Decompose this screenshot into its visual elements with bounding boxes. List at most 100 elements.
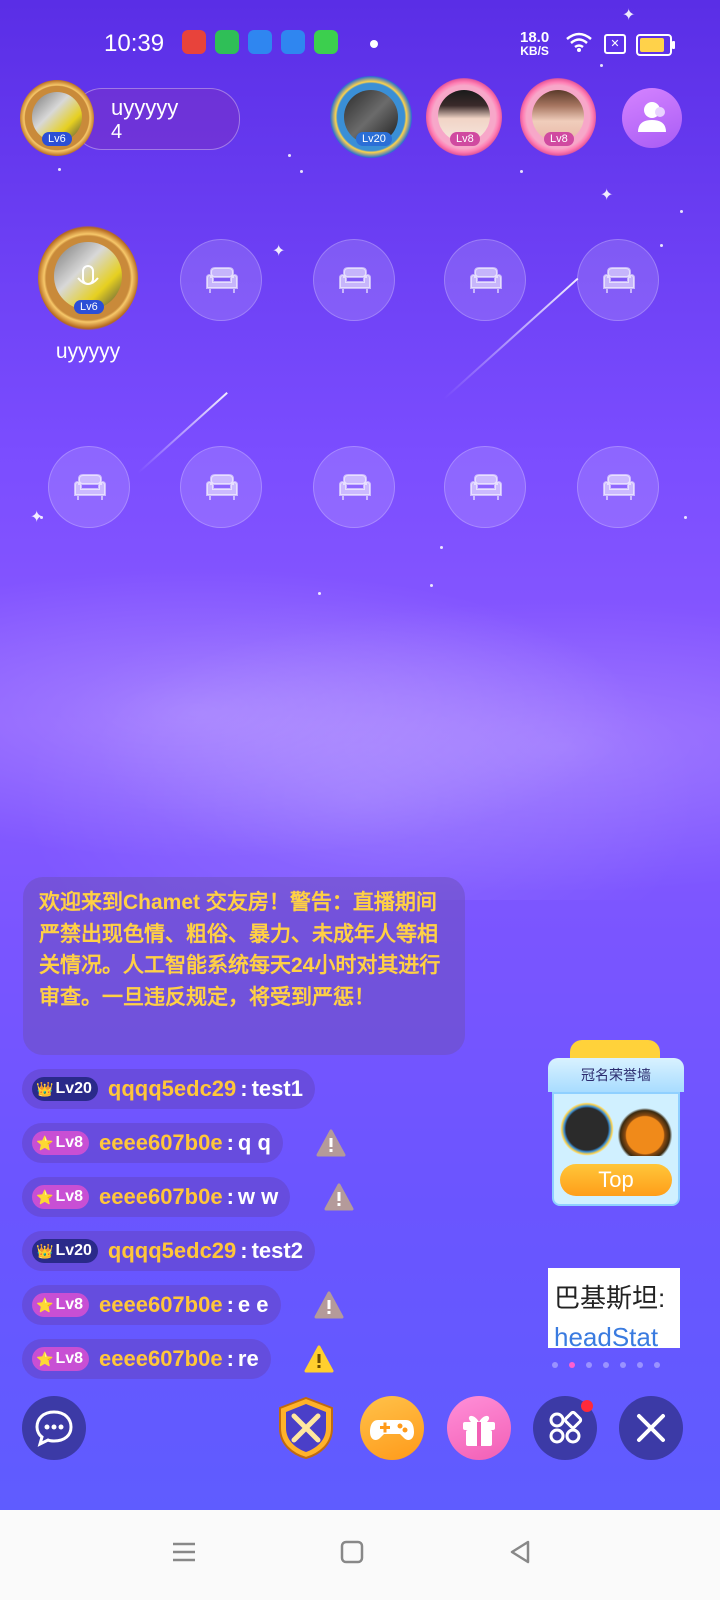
chat-input-button[interactable] bbox=[22, 1396, 86, 1460]
sofa-icon bbox=[470, 267, 502, 293]
sparkle-decoration: ✦ bbox=[272, 243, 286, 260]
top-viewer-avatar-3[interactable]: Lv8 bbox=[520, 78, 596, 156]
chat-colon: : bbox=[226, 1130, 234, 1155]
top-viewer-level-badge: Lv8 bbox=[544, 132, 574, 146]
warning-icon[interactable] bbox=[316, 1129, 346, 1157]
host-avatar[interactable]: Lv6 bbox=[20, 80, 94, 156]
pk-battle-button[interactable] bbox=[274, 1396, 338, 1460]
star-decoration bbox=[58, 168, 61, 171]
host-level-badge: Lv6 bbox=[42, 132, 72, 146]
chat-username[interactable]: eeee607b0e bbox=[99, 1130, 223, 1156]
empty-seat[interactable] bbox=[577, 446, 659, 528]
no-sim-icon: ✕ bbox=[604, 34, 626, 54]
wifi-icon bbox=[566, 32, 592, 52]
warning-icon[interactable] bbox=[314, 1291, 344, 1319]
chat-message[interactable]: ⭐ Lv8 eeee607b0e : e e bbox=[22, 1285, 281, 1325]
pager-dot bbox=[603, 1362, 609, 1368]
chat-message[interactable]: ⭐ Lv8 eeee607b0e : re bbox=[22, 1339, 271, 1379]
network-speed-value: 18.0 bbox=[520, 29, 550, 46]
chat-username[interactable]: eeee607b0e bbox=[99, 1292, 223, 1318]
warning-icon[interactable] bbox=[324, 1183, 354, 1211]
speech-bubble-icon bbox=[35, 1410, 73, 1447]
users-icon bbox=[638, 102, 666, 132]
banner-pager bbox=[552, 1362, 660, 1368]
chat-username[interactable]: eeee607b0e bbox=[99, 1346, 223, 1372]
more-features-button[interactable] bbox=[533, 1396, 597, 1460]
live-room-screen: ✦ ✦ ✦ ✦ 10:39 18.0 KB/S ✕ uyyyyy 4 Lv6 L… bbox=[0, 0, 720, 1510]
top-viewer-avatar-2[interactable]: Lv8 bbox=[426, 78, 502, 156]
host-info-pill[interactable]: uyyyyy 4 bbox=[72, 88, 240, 150]
seat-level-badge: Lv6 bbox=[74, 300, 104, 314]
user-level-badge: 👑 Lv20 bbox=[32, 1077, 98, 1101]
empty-seat[interactable] bbox=[180, 239, 262, 321]
home-icon[interactable] bbox=[338, 1538, 366, 1566]
chat-message[interactable]: 👑 Lv20 qqqq5edc29 : test2 bbox=[22, 1231, 315, 1271]
pager-dot bbox=[586, 1362, 592, 1368]
level-label: Lv8 bbox=[55, 1296, 84, 1313]
gamepad-icon bbox=[370, 1420, 414, 1440]
chat-username[interactable]: qqqq5edc29 bbox=[108, 1238, 236, 1264]
star-decoration bbox=[680, 210, 683, 213]
sofa-icon bbox=[74, 474, 106, 500]
browser-app-icon bbox=[248, 30, 272, 54]
pager-dot-active bbox=[569, 1362, 575, 1368]
more-notifications-dot bbox=[370, 40, 378, 48]
chat-message[interactable]: ⭐ Lv8 eeee607b0e : q q bbox=[22, 1123, 283, 1163]
gift-button[interactable] bbox=[447, 1396, 511, 1460]
baidu-app-icon bbox=[182, 30, 206, 54]
top-viewer-avatar-1[interactable]: Lv20 bbox=[330, 76, 412, 158]
empty-seat[interactable] bbox=[444, 446, 526, 528]
microphone-icon bbox=[77, 265, 99, 285]
empty-seat[interactable] bbox=[444, 239, 526, 321]
chat-message[interactable]: ⭐ Lv8 eeee607b0e : w w bbox=[22, 1177, 291, 1217]
empty-seat[interactable] bbox=[48, 446, 130, 528]
chat-text: q q bbox=[237, 1130, 271, 1155]
menu-icon[interactable] bbox=[170, 1538, 198, 1566]
user-level-badge: ⭐ Lv8 bbox=[32, 1131, 90, 1155]
back-icon[interactable] bbox=[506, 1538, 534, 1566]
system-notice: 欢迎来到Chamet 交友房！警告：直播期间严禁出现色情、粗俗、暴力、未成年人等… bbox=[23, 877, 465, 1055]
warning-icon[interactable] bbox=[304, 1345, 334, 1373]
crown-icon: 👑 bbox=[36, 1080, 54, 1097]
empty-seat[interactable] bbox=[313, 239, 395, 321]
network-speed-unit: KB/S bbox=[520, 44, 549, 58]
sofa-icon bbox=[206, 474, 238, 500]
chat-username[interactable]: eeee607b0e bbox=[99, 1184, 223, 1210]
cloud-background bbox=[0, 560, 720, 900]
chat-text: re bbox=[237, 1346, 259, 1371]
star-decoration bbox=[660, 244, 663, 247]
honor-wall-widget[interactable]: 冠名荣誉墙 Top bbox=[548, 1040, 684, 1208]
star-icon: ⭐ bbox=[36, 1134, 54, 1151]
event-banner[interactable]: 巴基斯坦: headStat bbox=[548, 1268, 680, 1348]
host-name: uyyyyy bbox=[111, 95, 179, 120]
star-decoration bbox=[440, 546, 443, 549]
empty-seat[interactable] bbox=[180, 446, 262, 528]
sofa-icon bbox=[603, 474, 635, 500]
security-app-icon bbox=[215, 30, 239, 54]
empty-seat[interactable] bbox=[313, 446, 395, 528]
chat-username[interactable]: qqqq5edc29 bbox=[108, 1076, 236, 1102]
star-icon: ⭐ bbox=[36, 1350, 54, 1367]
banner-line-1: 巴基斯坦: bbox=[554, 1283, 666, 1313]
notification-icons bbox=[182, 30, 338, 54]
pager-dot bbox=[654, 1362, 660, 1368]
sofa-icon bbox=[470, 474, 502, 500]
chat-message[interactable]: 👑 Lv20 qqqq5edc29 : test1 bbox=[22, 1069, 315, 1109]
pager-dot bbox=[552, 1362, 558, 1368]
room-members-button[interactable] bbox=[622, 88, 682, 148]
empty-seat[interactable] bbox=[577, 239, 659, 321]
store-app-icon bbox=[314, 30, 338, 54]
banner-line-2: headStat bbox=[554, 1322, 659, 1348]
network-speed: 18.0 KB/S bbox=[520, 30, 549, 57]
user-level-badge: ⭐ Lv8 bbox=[32, 1347, 90, 1371]
honor-top-button[interactable]: Top bbox=[560, 1164, 672, 1196]
games-button[interactable] bbox=[360, 1396, 424, 1460]
top-viewer-level-badge: Lv8 bbox=[450, 132, 480, 146]
top-viewer-level-badge: Lv20 bbox=[356, 132, 392, 146]
chat-colon: : bbox=[240, 1076, 248, 1101]
occupied-seat-avatar[interactable]: Lv6 bbox=[38, 226, 138, 330]
level-label: Lv8 bbox=[55, 1188, 84, 1205]
star-icon: ⭐ bbox=[36, 1296, 54, 1313]
star-decoration bbox=[430, 584, 433, 587]
close-room-button[interactable] bbox=[619, 1396, 683, 1460]
